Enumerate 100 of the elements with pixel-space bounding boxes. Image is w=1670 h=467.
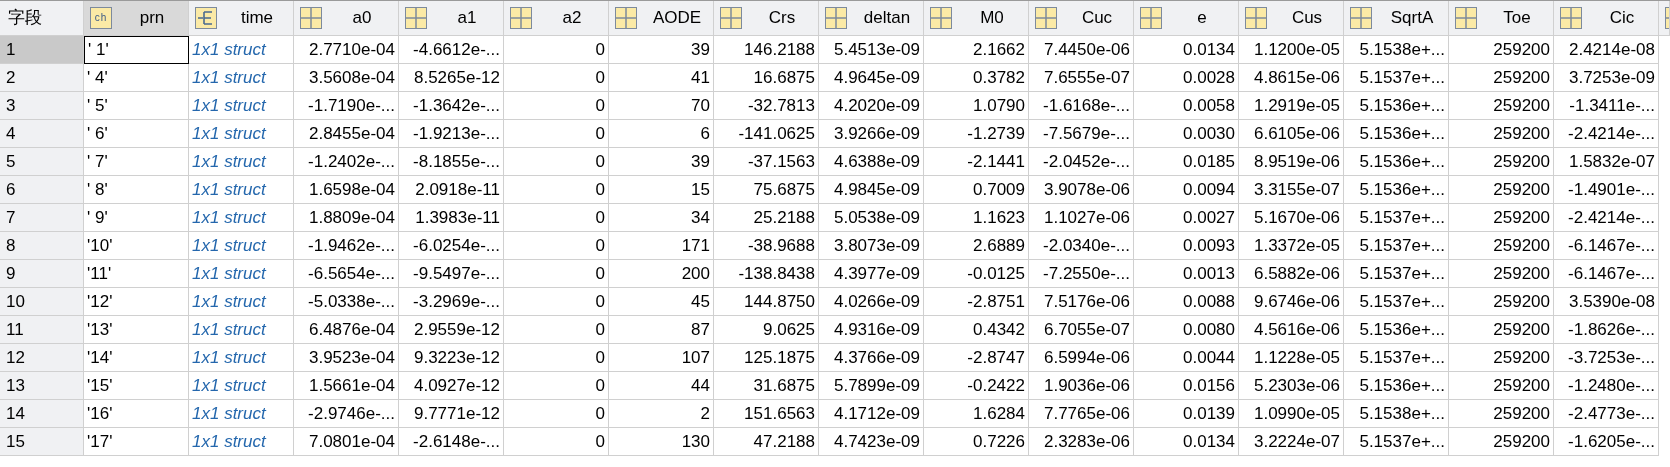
table-cell: 0.0093 — [1134, 232, 1239, 260]
table-cell: 5.1536e+... — [1344, 148, 1449, 176]
table-cell: 259200 — [1449, 372, 1554, 400]
table-cell: 7.5176e-06 — [1029, 288, 1134, 316]
row-header[interactable]: 4 — [0, 120, 84, 148]
row-header[interactable]: 3 — [0, 92, 84, 120]
table-cell: 2 — [609, 400, 714, 428]
table-cell: '15' — [84, 372, 189, 400]
table-cell: -1.3642e-... — [399, 92, 504, 120]
table-cell: 2.8455e-04 — [294, 120, 399, 148]
table-cell: -0.2422 — [924, 372, 1029, 400]
table-cell: 5.7899e-09 — [819, 372, 924, 400]
table-cell: 5.1536e+... — [1344, 92, 1449, 120]
table-cell: -3.7253e-... — [1554, 344, 1659, 372]
row-header[interactable]: 2 — [0, 64, 84, 92]
table-cell: 144.8750 — [714, 288, 819, 316]
table-cell: 4.1712e-09 — [819, 400, 924, 428]
table-cell: 1x1 struct — [189, 316, 294, 344]
table-cell: 6.7055e-07 — [1029, 316, 1134, 344]
table-cell: -7.2550e-... — [1029, 260, 1134, 288]
table-cell: 1.1623 — [924, 204, 1029, 232]
table-cell: 1.3372e-05 — [1239, 232, 1344, 260]
row-header[interactable]: 12 — [0, 344, 84, 372]
table-cell: -2.4773e-... — [1554, 400, 1659, 428]
table-cell: 151.6563 — [714, 400, 819, 428]
table-cell: '12' — [84, 288, 189, 316]
table-cell: 0 — [504, 344, 609, 372]
table-cell: 0 — [504, 288, 609, 316]
table-cell: 9.7771e-12 — [399, 400, 504, 428]
table-cell: 0 — [504, 64, 609, 92]
table-cell: 5.1537e+... — [1344, 64, 1449, 92]
table-cell: -2.0340e-... — [1029, 232, 1134, 260]
row-header[interactable]: 10 — [0, 288, 84, 316]
table-cell: -1.4901e-... — [1554, 176, 1659, 204]
table-cell: -38.9688 — [714, 232, 819, 260]
table-cell: -1.9213e-... — [399, 120, 504, 148]
grid-icon — [1560, 7, 1582, 29]
table-cell: 0.0134 — [1134, 36, 1239, 64]
table-cell: 1.1027e-06 — [1029, 204, 1134, 232]
row-header[interactable]: 15 — [0, 428, 84, 456]
table-cell: 87 — [609, 316, 714, 344]
table-cell: 130 — [609, 428, 714, 456]
table-cell: 75.6875 — [714, 176, 819, 204]
table-cell: '17' — [84, 428, 189, 456]
table-cell: 39 — [609, 148, 714, 176]
table-cell: -1.2739 — [924, 120, 1029, 148]
table-cell: 125.1875 — [714, 344, 819, 372]
row-header[interactable]: 11 — [0, 316, 84, 344]
grid-icon — [1035, 7, 1057, 29]
table-cell: 1.6284 — [924, 400, 1029, 428]
table-cell: 259200 — [1449, 204, 1554, 232]
table-cell: 0.4342 — [924, 316, 1029, 344]
table-cell: 1.3983e-11 — [399, 204, 504, 232]
table-cell: 0 — [504, 232, 609, 260]
table-cell: -2.8747 — [924, 344, 1029, 372]
table-cell: 5.4513e-09 — [819, 36, 924, 64]
row-header[interactable]: 8 — [0, 232, 84, 260]
table-cell: 2.3283e-06 — [1029, 428, 1134, 456]
table-cell: 1x1 struct — [189, 288, 294, 316]
grid-icon — [930, 7, 952, 29]
table-cell: 146.2188 — [714, 36, 819, 64]
row-header[interactable]: 1 — [0, 36, 84, 64]
table-cell: 0 — [504, 92, 609, 120]
table-cell: 9.6746e-06 — [1239, 288, 1344, 316]
row-header[interactable]: 6 — [0, 176, 84, 204]
row-header[interactable]: 7 — [0, 204, 84, 232]
table-cell: 5.1537e+... — [1344, 232, 1449, 260]
table-cell: 39 — [609, 36, 714, 64]
table-cell: 259200 — [1449, 344, 1554, 372]
table-cell: 3.9078e-06 — [1029, 176, 1134, 204]
table-cell: 2.9559e-12 — [399, 316, 504, 344]
table-cell: 1x1 struct — [189, 64, 294, 92]
table-cell: 200 — [609, 260, 714, 288]
table-cell: ' 9' — [84, 204, 189, 232]
table-cell: 3.5390e-08 — [1554, 288, 1659, 316]
grid-icon — [1245, 7, 1267, 29]
table-cell: -6.0254e-... — [399, 232, 504, 260]
row-header[interactable]: 5 — [0, 148, 84, 176]
table-cell: 0.0156 — [1134, 372, 1239, 400]
table-cell: 2.1662 — [924, 36, 1029, 64]
table-cell: 6.4876e-04 — [294, 316, 399, 344]
table-cell: 1x1 struct — [189, 428, 294, 456]
table-cell: 1.0990e-05 — [1239, 400, 1344, 428]
row-header[interactable]: 13 — [0, 372, 84, 400]
table-cell: -8.1855e-... — [399, 148, 504, 176]
table-cell: -141.0625 — [714, 120, 819, 148]
table-cell: 5.1537e+... — [1344, 288, 1449, 316]
table-cell: 1x1 struct — [189, 344, 294, 372]
table-cell: 8.5265e-12 — [399, 64, 504, 92]
row-header[interactable]: 9 — [0, 260, 84, 288]
column-header[interactable]: ch prn — [84, 1, 189, 35]
table-cell: 5.1538e+... — [1344, 36, 1449, 64]
table-cell: -7.5679e-... — [1029, 120, 1134, 148]
table-cell: 1x1 struct — [189, 400, 294, 428]
table-cell: 0 — [504, 400, 609, 428]
table-cell: -3.2969e-... — [399, 288, 504, 316]
row-header[interactable]: 14 — [0, 400, 84, 428]
table-cell: 6.6105e-06 — [1239, 120, 1344, 148]
table-cell: -1.9462e-... — [294, 232, 399, 260]
table-cell: 41 — [609, 64, 714, 92]
